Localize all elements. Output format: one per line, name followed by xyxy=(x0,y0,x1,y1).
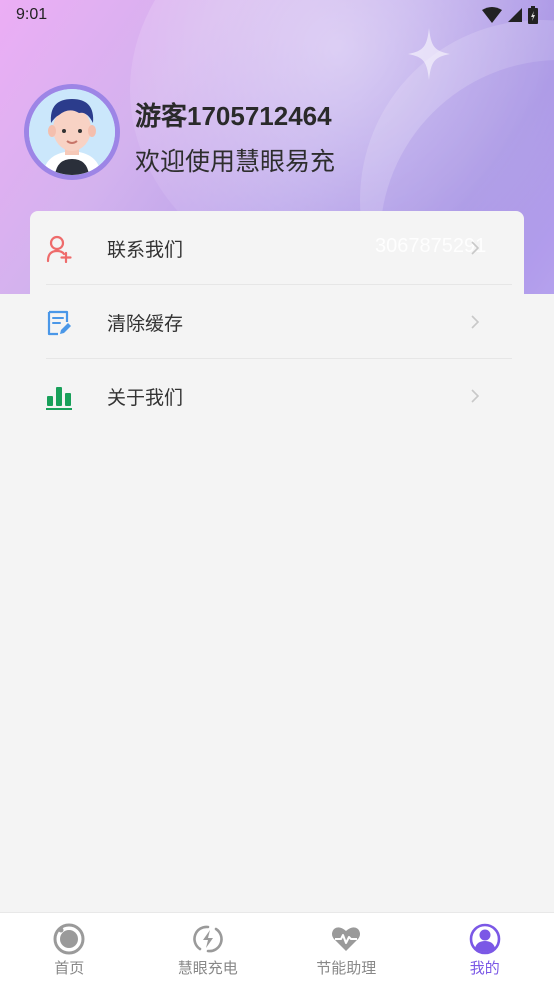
tab-label-home: 首页 xyxy=(54,960,85,977)
tab-charging[interactable]: 慧眼充电 xyxy=(139,913,278,984)
wifi-icon xyxy=(482,7,502,23)
tab-label-mine: 我的 xyxy=(469,960,500,977)
contact-add-icon xyxy=(46,235,72,263)
menu-item-clear-cache[interactable]: 清除缓存 xyxy=(30,285,524,359)
menu-item-contact-us[interactable]: 联系我们 3067875291 xyxy=(30,211,524,285)
home-icon xyxy=(53,923,85,955)
chevron-right-icon xyxy=(471,241,480,255)
avatar[interactable] xyxy=(24,84,120,180)
battery-icon xyxy=(528,6,538,24)
clear-cache-icon xyxy=(47,310,71,336)
status-time: 9:01 xyxy=(16,6,48,23)
menu-card: 联系我们 3067875291 清除缓存 关于我们 xyxy=(30,211,524,433)
menu-item-about-us[interactable]: 关于我们 xyxy=(30,359,524,433)
tab-label-energy-assistant: 节能助理 xyxy=(316,960,377,977)
menu-label-clear-cache: 清除缓存 xyxy=(107,313,184,335)
welcome-text: 欢迎使用慧眼易充 xyxy=(135,148,336,176)
chevron-right-icon xyxy=(471,315,480,329)
signal-icon xyxy=(508,8,522,22)
avatar-illustration xyxy=(29,89,115,175)
tab-energy-assistant[interactable]: 节能助理 xyxy=(277,913,416,984)
tab-home[interactable]: 首页 xyxy=(0,913,139,984)
status-bar: 9:01 xyxy=(0,0,554,30)
menu-label-contact-us: 联系我们 xyxy=(107,239,184,261)
status-icons xyxy=(482,6,538,24)
tab-label-charging: 慧眼充电 xyxy=(177,960,238,977)
bar-chart-icon xyxy=(46,387,72,410)
bottom-tab-bar: 首页 慧眼充电 节能助理 我的 xyxy=(0,912,554,984)
heart-pulse-icon xyxy=(332,927,361,951)
profile-icon xyxy=(469,923,501,955)
chevron-right-icon xyxy=(471,389,480,403)
charge-icon xyxy=(192,925,223,953)
tab-mine[interactable]: 我的 xyxy=(416,913,554,984)
sparkle-icon xyxy=(408,28,450,80)
menu-label-about-us: 关于我们 xyxy=(107,387,184,409)
user-name: 游客1705712464 xyxy=(135,101,332,131)
